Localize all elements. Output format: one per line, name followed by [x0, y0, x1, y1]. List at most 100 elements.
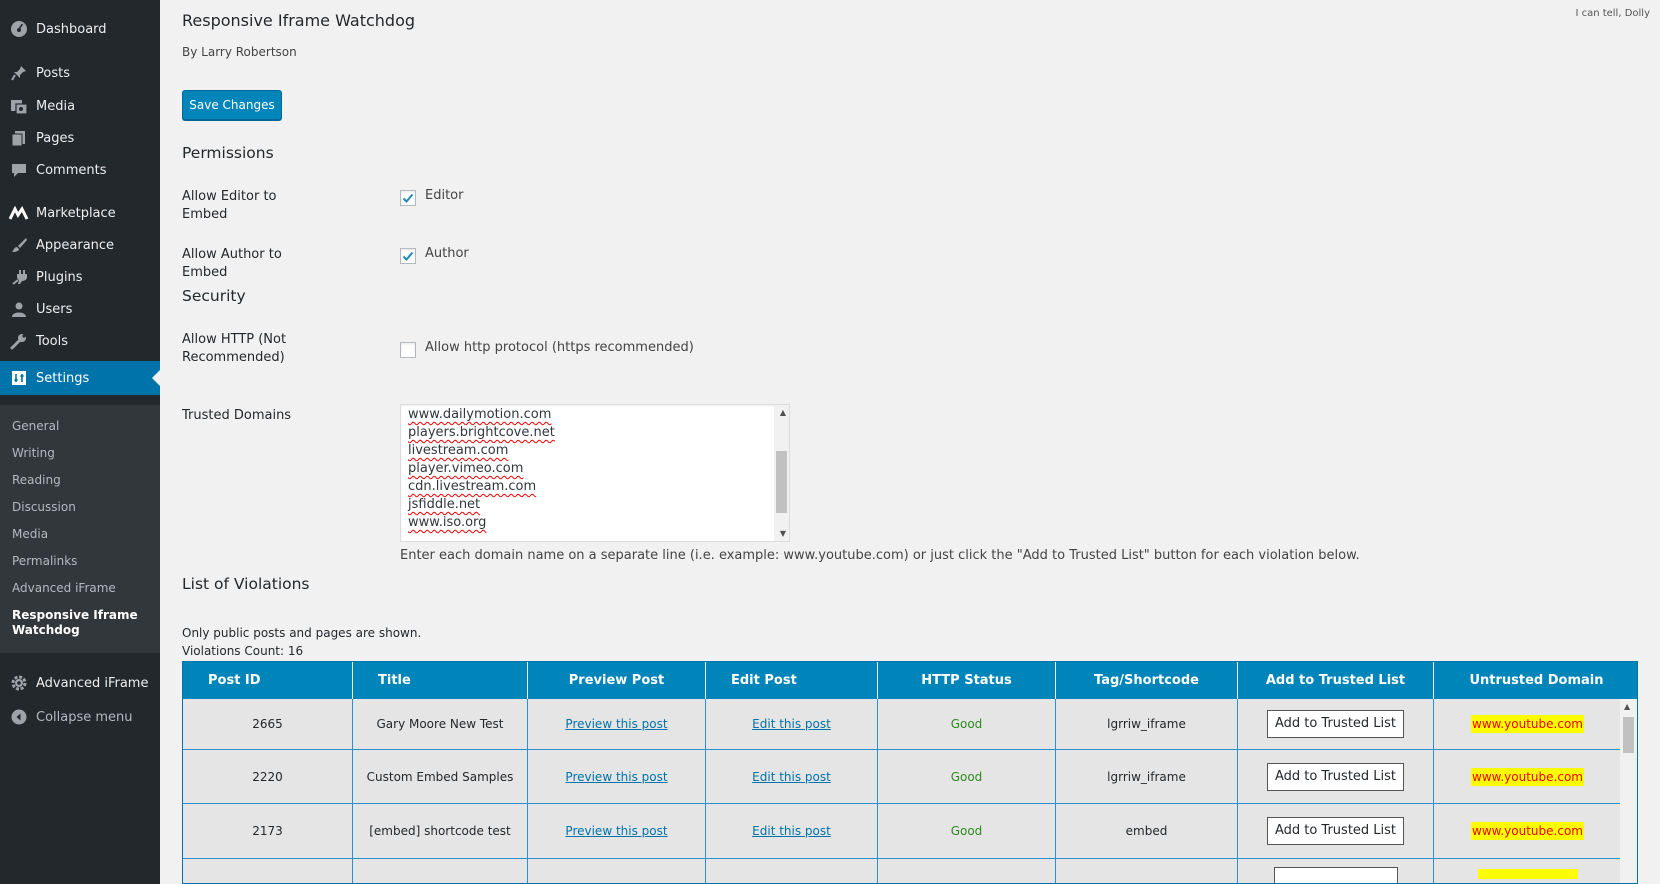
trusted-domains-textarea[interactable]: www.dailymotion.com players.brightcove.n…	[400, 404, 790, 542]
submenu-responsive-iframe-watchdog[interactable]: Responsive Iframe Watchdog	[12, 608, 152, 638]
editor-checkbox-label: Editor	[425, 188, 464, 203]
checkmark-icon	[402, 193, 414, 203]
add-to-trusted-list-button[interactable]: Add to Trusted List	[1266, 817, 1405, 845]
add-to-trusted-list-button[interactable]: Add to Trusted List	[1266, 762, 1405, 791]
tag-cell: embed	[1056, 804, 1238, 858]
domain-line: jsfiddle.net	[408, 497, 481, 512]
title-cell: Gary Moore New Test	[353, 699, 528, 749]
collapse-menu-button[interactable]: Collapse menu	[0, 702, 160, 732]
http-status-cell	[878, 859, 1056, 883]
menu-appearance[interactable]: Appearance	[0, 230, 160, 260]
submenu-advanced-iframe[interactable]: Advanced iFrame	[12, 581, 152, 596]
user-icon	[9, 299, 29, 319]
author-checkbox[interactable]	[400, 248, 416, 264]
violations-count: Violations Count: 16	[182, 644, 304, 658]
scroll-up-arrow-icon[interactable]: ▲	[1624, 702, 1630, 711]
menu-comments[interactable]: Comments	[0, 155, 160, 185]
title-cell: Custom Embed Samples	[353, 750, 528, 803]
settings-submenu: General Writing Reading Discussion Media…	[0, 405, 160, 653]
menu-posts[interactable]: Posts	[0, 58, 160, 88]
scroll-up-arrow-icon[interactable]: ▲	[780, 408, 786, 417]
plugin-icon	[9, 267, 29, 287]
menu-tools[interactable]: Tools	[0, 326, 160, 356]
preview-post-link[interactable]: Preview this post	[565, 715, 667, 733]
column-header[interactable]: Title	[353, 662, 528, 699]
admin-sidebar: Dashboard Posts Media Pages Comments Mar…	[0, 0, 160, 884]
preview-post-link[interactable]: Preview this post	[565, 768, 667, 786]
domain-line: livestream.com	[408, 443, 509, 458]
checkmark-icon	[402, 251, 414, 261]
add-to-trusted-list-button[interactable]: Add to Trusted List	[1266, 710, 1405, 738]
preview-cell	[528, 859, 706, 883]
title-cell: [embed] shortcode test	[353, 804, 528, 858]
trust-cell: Add to Trusted List	[1238, 804, 1434, 858]
preview-post-link[interactable]: Preview this post	[565, 822, 667, 840]
untrusted-domain	[1477, 869, 1578, 879]
preview-cell: Preview this post	[528, 699, 706, 749]
column-header[interactable]: Preview Post	[528, 662, 706, 699]
submenu-permalinks[interactable]: Permalinks	[12, 554, 152, 569]
menu-dashboard[interactable]: Dashboard	[0, 14, 160, 44]
edit-post-link[interactable]: Edit this post	[752, 768, 831, 786]
editor-checkbox[interactable]	[400, 190, 416, 206]
untrusted-domain: www.youtube.com	[1471, 715, 1584, 733]
hello-dolly-quote: I can tell, Dolly	[1575, 8, 1650, 19]
menu-advanced-iframe[interactable]: Advanced iFrame	[0, 668, 160, 698]
menu-media[interactable]: Media	[0, 91, 160, 121]
table-scrollbar[interactable]: ▲	[1620, 699, 1637, 883]
media-icon	[9, 96, 29, 116]
table-scroll-thumb[interactable]	[1623, 717, 1634, 753]
main-content: I can tell, Dolly Responsive Iframe Watc…	[160, 0, 1660, 884]
edit-cell: Edit this post	[706, 804, 878, 858]
menu-users[interactable]: Users	[0, 294, 160, 324]
table-row: 2220 Custom Embed Samples Preview this p…	[183, 750, 1621, 804]
tag-cell: lgrriw_iframe	[1056, 699, 1238, 749]
column-header[interactable]: Post ID	[183, 662, 353, 699]
submenu-general[interactable]: General	[12, 419, 152, 434]
settings-icon	[9, 368, 29, 388]
submenu-discussion[interactable]: Discussion	[12, 500, 152, 515]
untrusted-domain: www.youtube.com	[1471, 767, 1584, 786]
marketplace-icon	[9, 203, 29, 223]
save-changes-button[interactable]: Save Changes	[182, 90, 282, 120]
menu-pages[interactable]: Pages	[0, 123, 160, 153]
editor-embed-label: Allow Editor to Embed	[182, 189, 277, 222]
tag-cell	[1056, 859, 1238, 883]
textarea-scrollbar[interactable]: ▲ ▼	[774, 405, 789, 541]
menu-marketplace[interactable]: Marketplace	[0, 198, 160, 228]
domain-cell	[1434, 859, 1621, 883]
column-header[interactable]: Tag/Shortcode	[1056, 662, 1238, 699]
menu-plugins[interactable]: Plugins	[0, 262, 160, 292]
column-header[interactable]: HTTP Status	[878, 662, 1056, 699]
http-status-cell: Good	[878, 750, 1056, 803]
pages-icon	[9, 128, 29, 148]
trust-cell: Add to Trusted List	[1238, 750, 1434, 803]
author-checkbox-label: Author	[425, 246, 469, 261]
edit-post-link[interactable]: Edit this post	[752, 715, 831, 733]
submenu-media[interactable]: Media	[12, 527, 152, 542]
submenu-writing[interactable]: Writing	[12, 446, 152, 461]
scroll-down-arrow-icon[interactable]: ▼	[780, 529, 786, 538]
scroll-thumb[interactable]	[776, 451, 787, 513]
gear-icon	[9, 673, 29, 693]
http-checkbox-label: Allow http protocol (https recommended)	[425, 340, 694, 355]
domain-line: players.brightcove.net	[408, 425, 555, 440]
column-header[interactable]: Edit Post	[706, 662, 878, 699]
column-header[interactable]: Add to Trusted List	[1238, 662, 1434, 699]
column-header[interactable]: Untrusted Domain	[1434, 662, 1637, 699]
trusted-domains-help: Enter each domain name on a separate lin…	[400, 548, 1360, 563]
submenu-reading[interactable]: Reading	[12, 473, 152, 488]
dashboard-icon	[9, 19, 29, 39]
table-row	[183, 859, 1621, 883]
edit-post-link[interactable]: Edit this post	[752, 822, 831, 840]
table-header: Post ID Title Preview Post Edit Post HTT…	[183, 662, 1637, 699]
public-posts-note: Only public posts and pages are shown.	[182, 626, 422, 640]
http-checkbox[interactable]	[400, 342, 416, 358]
domain-cell: www.youtube.com	[1434, 699, 1621, 749]
edit-cell: Edit this post	[706, 750, 878, 803]
comment-icon	[9, 160, 29, 180]
menu-settings[interactable]: Settings	[0, 361, 160, 395]
preview-cell: Preview this post	[528, 804, 706, 858]
permissions-heading: Permissions	[182, 144, 274, 162]
add-to-trusted-list-button[interactable]	[1273, 867, 1398, 883]
